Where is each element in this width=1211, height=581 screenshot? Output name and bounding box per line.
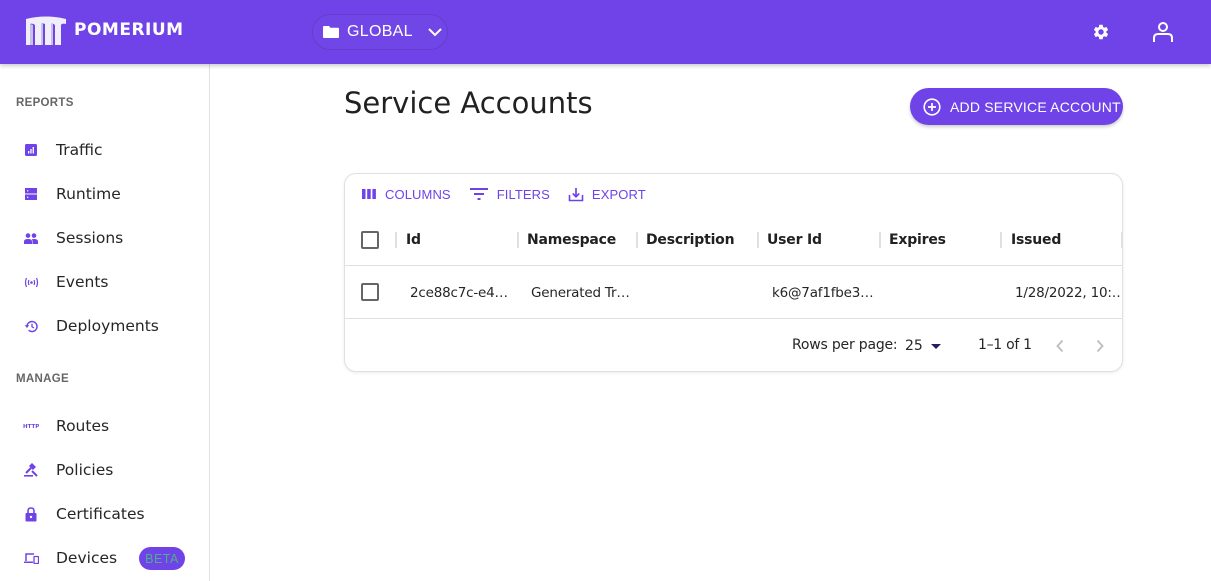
- sidebar-item-deployments[interactable]: Deployments: [0, 304, 209, 348]
- devices-icon: [23, 550, 39, 566]
- sidebar-item-label: Events: [56, 273, 109, 291]
- table-header-row: Id Namespace Description User Id Expires…: [345, 214, 1122, 266]
- people-icon: [23, 230, 39, 246]
- settings-button[interactable]: [1087, 18, 1115, 46]
- add-circle-icon: [923, 97, 941, 116]
- column-separator[interactable]: [879, 232, 881, 248]
- sidebar-item-routes[interactable]: HTTP Routes: [0, 404, 209, 448]
- table-pagination: Rows per page: 25 1–1 of 1: [345, 320, 1122, 371]
- sidebar-item-events[interactable]: Events: [0, 260, 209, 304]
- brand-name: POMERIUM: [74, 20, 184, 40]
- caret-down-icon: [930, 343, 941, 349]
- gavel-icon: [23, 462, 39, 478]
- grid-toolbar: COLUMNS FILTERS EXPORT: [361, 184, 664, 204]
- column-separator[interactable]: [517, 232, 519, 248]
- previous-page-button[interactable]: [1048, 334, 1072, 358]
- column-separator[interactable]: [636, 232, 638, 248]
- rows-per-page-select[interactable]: 25: [905, 332, 945, 360]
- rows-per-page-label: Rows per page:: [792, 337, 898, 353]
- cell-namespace: Generated Tr…: [531, 284, 630, 301]
- column-header-user-id[interactable]: User Id: [767, 214, 822, 266]
- section-title-reports: REPORTS: [16, 97, 74, 109]
- filters-label: FILTERS: [496, 186, 550, 202]
- pomerium-logo[interactable]: POMERIUM: [24, 14, 184, 46]
- filters-button[interactable]: FILTERS: [469, 187, 550, 202]
- column-separator[interactable]: [1121, 232, 1122, 248]
- folder-icon: [323, 26, 339, 38]
- add-service-account-label: ADD SERVICE ACCOUNT: [950, 98, 1121, 115]
- columns-button[interactable]: COLUMNS: [361, 187, 451, 202]
- column-header-issued[interactable]: Issued: [1011, 214, 1061, 266]
- table-row[interactable]: 2ce88c7c-e4… Generated Tr… k6@7af1fbe3… …: [345, 266, 1123, 319]
- columns-label: COLUMNS: [385, 186, 451, 202]
- column-separator[interactable]: [1000, 232, 1002, 248]
- column-header-expires[interactable]: Expires: [889, 214, 946, 266]
- history-icon: [23, 318, 39, 334]
- sidebar-item-label: Deployments: [56, 317, 159, 335]
- bar-chart-icon: [23, 142, 39, 158]
- cell-user-id: k6@7af1fbe3…: [772, 284, 874, 301]
- row-checkbox[interactable]: [361, 283, 379, 301]
- sidebar-item-certificates[interactable]: Certificates: [0, 492, 209, 536]
- sidebar-item-label: Sessions: [56, 229, 124, 247]
- export-button[interactable]: EXPORT: [568, 186, 646, 202]
- export-label: EXPORT: [591, 186, 646, 202]
- chevron-right-icon: [1096, 339, 1104, 353]
- add-service-account-button[interactable]: ADD SERVICE ACCOUNT: [910, 88, 1123, 125]
- broadcast-icon: [23, 274, 39, 290]
- sidebar-item-label: Devices: [56, 549, 118, 567]
- rows-per-page-value: 25: [905, 338, 923, 354]
- chevron-left-icon: [1056, 339, 1064, 353]
- column-header-id[interactable]: Id: [406, 214, 421, 266]
- column-separator[interactable]: [395, 232, 397, 248]
- view-column-icon: [362, 189, 376, 199]
- account-button[interactable]: [1149, 18, 1177, 46]
- svg-text:HTTP: HTTP: [23, 424, 39, 430]
- filter-list-icon: [469, 188, 488, 200]
- sidebar-item-label: Certificates: [56, 505, 145, 523]
- column-header-description[interactable]: Description: [646, 214, 735, 266]
- chevron-down-icon: [428, 28, 442, 37]
- sidebar-item-sessions[interactable]: Sessions: [0, 216, 209, 260]
- section-title-manage: MANAGE: [16, 373, 69, 385]
- sidebar-item-devices[interactable]: Devices BETA: [0, 536, 209, 580]
- sidebar: REPORTS Traffic Runtime Sessions Events …: [0, 64, 210, 581]
- top-app-bar: POMERIUM GLOBAL: [0, 0, 1211, 64]
- sidebar-item-policies[interactable]: Policies: [0, 448, 209, 492]
- sidebar-item-label: Routes: [56, 417, 110, 435]
- sidebar-item-traffic[interactable]: Traffic: [0, 128, 209, 172]
- namespace-selector[interactable]: GLOBAL: [312, 14, 448, 50]
- server-icon: [23, 186, 39, 202]
- sidebar-item-label: Runtime: [56, 185, 121, 203]
- lock-icon: [23, 506, 39, 522]
- namespace-label: GLOBAL: [347, 23, 413, 40]
- column-separator[interactable]: [757, 232, 759, 248]
- pagination-range: 1–1 of 1: [978, 337, 1032, 353]
- service-accounts-grid: COLUMNS FILTERS EXPORT Id Namespace Desc…: [344, 173, 1123, 372]
- download-icon: [568, 188, 584, 202]
- gear-icon: [1093, 24, 1109, 40]
- select-all-checkbox[interactable]: [361, 231, 379, 249]
- cell-id: 2ce88c7c-e4…: [410, 284, 508, 301]
- sidebar-item-label: Traffic: [56, 141, 103, 159]
- logo-icon: [26, 16, 66, 45]
- next-page-button[interactable]: [1088, 334, 1112, 358]
- column-header-namespace[interactable]: Namespace: [527, 214, 616, 266]
- page-title: Service Accounts: [344, 86, 593, 120]
- cell-issued: 1/28/2022, 10:…: [1015, 284, 1123, 301]
- account-icon: [1153, 22, 1173, 42]
- http-icon: HTTP: [23, 418, 39, 434]
- sidebar-item-runtime[interactable]: Runtime: [0, 172, 209, 216]
- sidebar-item-label: Policies: [56, 461, 114, 479]
- beta-badge: BETA: [139, 547, 185, 570]
